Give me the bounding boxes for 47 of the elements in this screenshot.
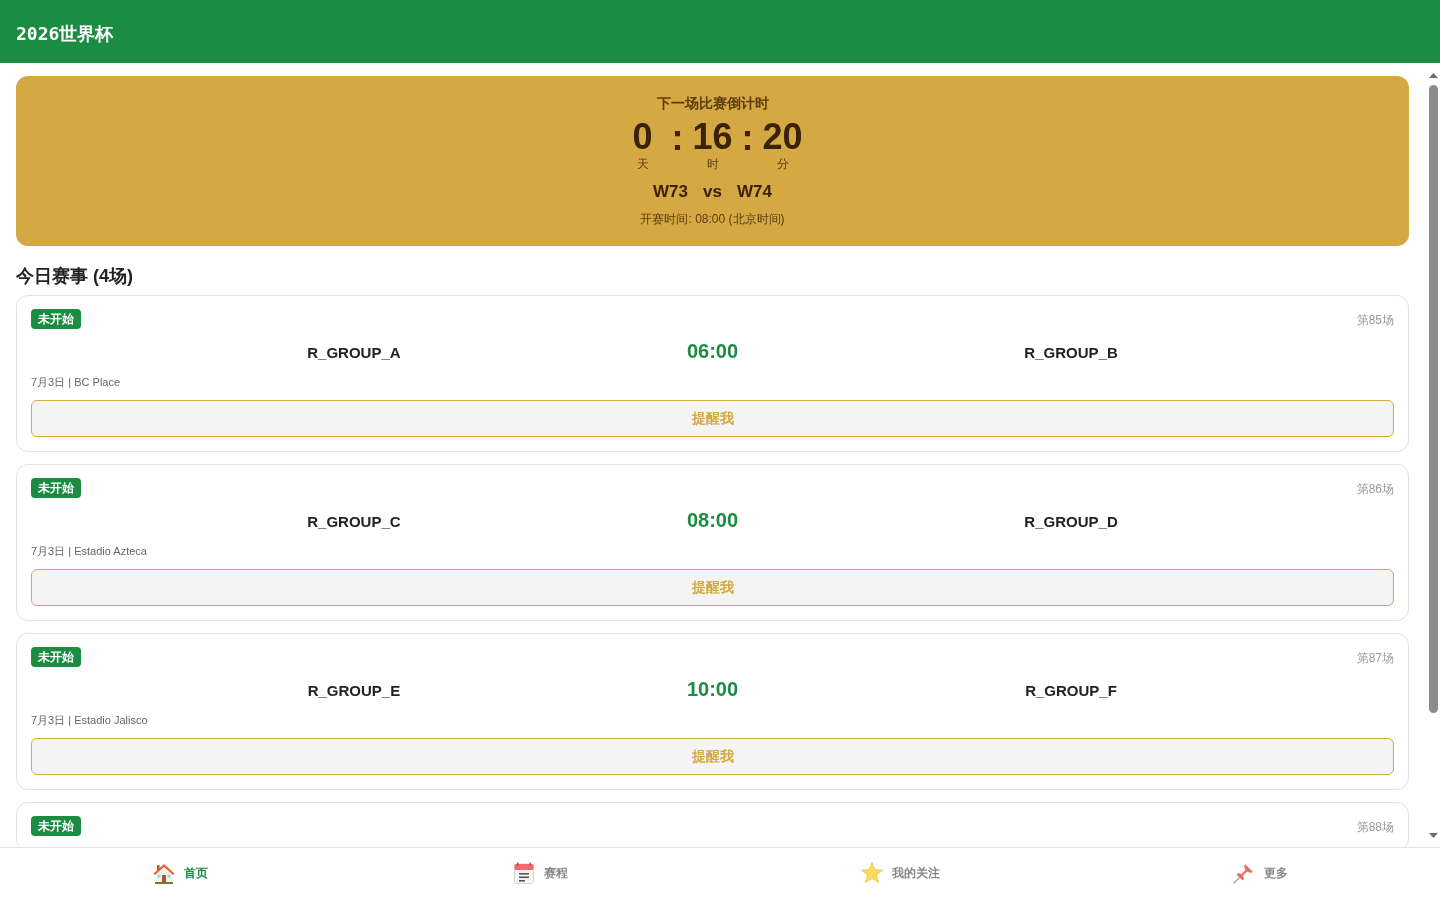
countdown-number: 16 [692, 118, 733, 156]
countdown-unit: 分 [776, 157, 789, 171]
match-date-venue: 7月3日 | Estadio Azteca [31, 544, 147, 558]
nav-tab[interactable]: 我的关注 [860, 860, 940, 885]
match-time: 06:00 [686, 339, 739, 364]
remind-me-button[interactable]: 提醒我 [31, 400, 1394, 437]
match-date-venue: 7月3日 | Estadio Jalisco [31, 713, 148, 727]
team-name: W73 [653, 181, 689, 203]
countdown-colon: : [741, 119, 754, 157]
versus-label: vs [703, 181, 722, 203]
status-badge: 未开始 [31, 816, 81, 836]
match-number: 第88场 [1356, 820, 1394, 834]
team-name: R_GROUP_F [1025, 680, 1117, 701]
remind-me-button[interactable]: 提醒我 [31, 738, 1394, 775]
match-number: 第87场 [1356, 651, 1394, 665]
countdown-number: 0 [632, 118, 653, 156]
app-title: 2026世界杯 [16, 22, 114, 46]
team-name: W74 [736, 181, 772, 203]
scrollbar-thumb[interactable] [1428, 85, 1438, 713]
team-name: R_GROUP_D [1024, 511, 1118, 532]
countdown-unit: 天 [636, 157, 649, 171]
status-badge: 未开始 [31, 647, 81, 667]
countdown-colon: : [671, 119, 684, 157]
team-name: R_GROUP_A [307, 342, 401, 363]
calendar-icon [512, 860, 536, 885]
team-name: R_GROUP_E [307, 680, 401, 701]
match-date-venue: 7月3日 | BC Place [31, 375, 121, 389]
countdown-unit: 时 [706, 157, 719, 171]
nav-tab[interactable]: 赛程 [512, 860, 568, 885]
status-badge: 未开始 [31, 478, 81, 498]
kickoff-time: 开赛时间: 08:00 (北京时间) [640, 210, 785, 227]
team-name: R_GROUP_C [307, 511, 401, 532]
match-number: 第85场 [1356, 313, 1394, 327]
match-time: 08:00 [686, 508, 739, 533]
scroll-down-arrow-icon[interactable] [1428, 832, 1438, 838]
match-time: 10:00 [686, 677, 739, 702]
nav-tab[interactable]: 更多 [1232, 860, 1288, 885]
scroll-up-arrow-icon[interactable] [1428, 72, 1438, 78]
countdown-title: 下一场比赛倒计时 [656, 94, 769, 112]
team-name: R_GROUP_B [1024, 342, 1118, 363]
nav-tab[interactable]: 首页 [152, 860, 208, 885]
match-number: 第86场 [1356, 482, 1394, 496]
status-badge: 未开始 [31, 309, 81, 329]
star-icon [860, 860, 884, 885]
remind-me-button[interactable]: 提醒我 [31, 569, 1394, 606]
countdown-number: 20 [762, 118, 803, 156]
section-title: 今日赛事 (4场) [16, 264, 133, 288]
